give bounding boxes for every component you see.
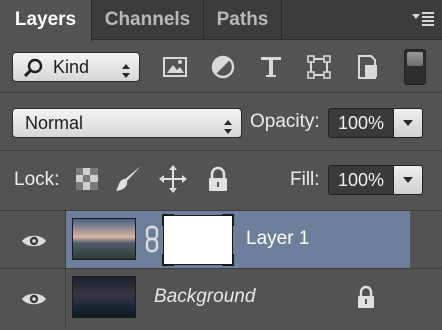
- panel-tab-bar: Layers Channels Paths: [0, 0, 442, 41]
- search-icon: [23, 57, 45, 79]
- mask-corner: [162, 214, 174, 226]
- layer-thumbnail: [72, 276, 136, 318]
- opacity-slider-button[interactable]: [393, 108, 423, 138]
- layer-name: Background: [154, 286, 256, 307]
- layer-content[interactable]: Background: [66, 269, 410, 327]
- shape-filter-icon[interactable]: [305, 53, 333, 81]
- lock-label: Lock:: [14, 169, 60, 190]
- filter-toggle-knob: [407, 52, 423, 66]
- chevron-updown-icon: [223, 115, 233, 134]
- chevron-updown-icon: [121, 59, 131, 78]
- tab-channels[interactable]: Channels: [92, 0, 204, 40]
- eye-icon: [21, 233, 47, 249]
- blend-row: Normal Opacity: 100%: [0, 92, 442, 150]
- opacity-label: Opacity:: [250, 111, 320, 132]
- blend-mode-dropdown[interactable]: Normal: [12, 108, 242, 138]
- layer-row[interactable]: Background: [0, 268, 442, 327]
- type-filter-icon[interactable]: [257, 53, 285, 81]
- lock-all-icon[interactable]: [203, 164, 233, 194]
- fill-input[interactable]: 100%: [328, 165, 394, 195]
- mask-corner: [162, 254, 174, 266]
- fill-slider-button[interactable]: [393, 165, 423, 195]
- layer-row[interactable]: Layer 1: [0, 210, 442, 269]
- chevron-down-icon: [403, 177, 413, 183]
- mask-corner: [222, 214, 234, 226]
- adjustment-filter-icon[interactable]: [209, 53, 237, 81]
- smart-object-filter-icon[interactable]: [353, 53, 381, 81]
- layer-thumbnail: [72, 218, 136, 260]
- image-filter-icon[interactable]: [161, 53, 189, 81]
- filter-row: Kind: [0, 41, 442, 92]
- layer-name: Layer 1: [246, 228, 310, 249]
- lock-image-pixels-icon[interactable]: [113, 164, 143, 194]
- filter-toggle-switch[interactable]: [404, 49, 426, 85]
- visibility-toggle[interactable]: [0, 211, 66, 269]
- opacity-input[interactable]: 100%: [328, 108, 394, 138]
- layers-panel: Layers Channels Paths Kind Normal Opacit…: [0, 0, 442, 330]
- fill-label: Fill:: [290, 169, 320, 190]
- blend-mode-label: Normal: [25, 113, 84, 133]
- filter-kind-label: Kind: [53, 57, 90, 77]
- chevron-down-icon: [403, 120, 413, 126]
- lock-row: Lock: Fill: 100%: [0, 150, 442, 206]
- layers-list: Layer 1 Background: [0, 206, 442, 330]
- lock-transparent-pixels-icon[interactable]: [72, 164, 102, 194]
- tab-layers[interactable]: Layers: [0, 0, 92, 41]
- visibility-toggle[interactable]: [0, 269, 66, 327]
- filter-kind-dropdown[interactable]: Kind: [12, 52, 140, 82]
- lock-icon: [356, 285, 376, 309]
- tab-paths[interactable]: Paths: [204, 0, 282, 40]
- lock-position-icon[interactable]: [158, 164, 188, 194]
- eye-icon: [21, 291, 47, 307]
- layer-content-selected[interactable]: Layer 1: [66, 211, 410, 269]
- mask-corner: [222, 254, 234, 266]
- layer-mask-thumbnail[interactable]: [162, 214, 234, 266]
- mask-link-icon[interactable]: [144, 225, 160, 253]
- panel-menu-icon[interactable]: [410, 8, 436, 30]
